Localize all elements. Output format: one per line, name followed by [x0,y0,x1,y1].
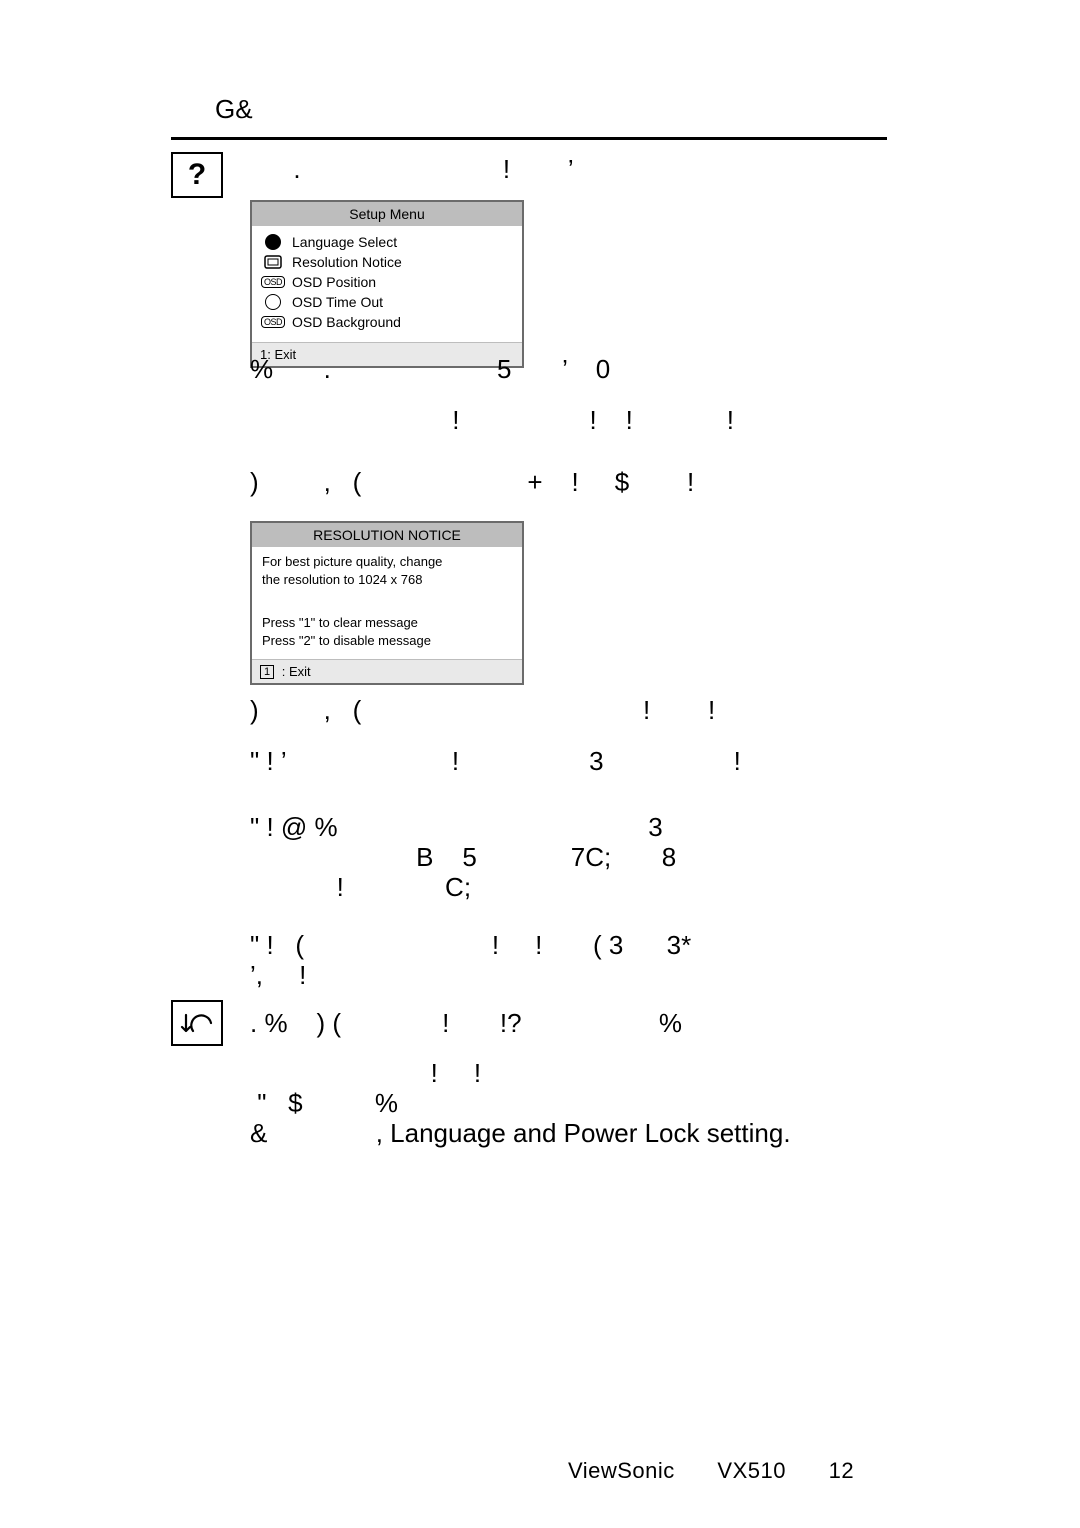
resolution-notice-exit[interactable]: 1 : Exit [252,659,522,683]
text-row-8: ! C; [250,870,471,905]
footer-page: 12 [829,1458,854,1484]
menu-label-resolution: Resolution Notice [292,254,402,270]
page-footer: ViewSonic VX510 12 [0,1458,1080,1484]
header-text: G& [215,94,887,125]
setup-menu-osd: Setup Menu Language Select Resolution No… [250,200,524,368]
globe-icon [262,234,284,250]
text-row-3: ) , ( + ! $ ! [250,465,694,500]
header-rule [171,137,887,140]
text-row-9: " ! ( ! ! ( 3 3* [250,928,691,963]
footer-model: VX510 [717,1458,786,1484]
footer-brand: ViewSonic [568,1458,675,1484]
screen-icon [262,255,284,269]
icon-column-reset [171,1000,221,1046]
spacer [262,588,512,614]
osd-badge-icon-2: OSD [262,316,284,328]
menu-label-osd-timeout: OSD Time Out [292,294,383,310]
menu-item-osd-background[interactable]: OSD OSD Background [262,312,512,332]
resolution-notice-line2: the resolution to 1024 x 768 [262,571,512,589]
menu-item-osd-timeout[interactable]: OSD Time Out [262,292,512,312]
resolution-notice-hint1: Press "1" to clear message [262,614,512,632]
text-row-1: % . 5 ’ 0 [250,352,610,387]
text-row-5: " ! ’ ! 3 ! [250,744,741,779]
page: G& ? . ! ’ Setup Menu [0,0,1080,1528]
menu-item-resolution[interactable]: Resolution Notice [262,252,512,272]
reset-icon [171,1000,223,1046]
clock-icon [262,294,284,310]
section-header: G& [171,94,887,140]
resolution-notice-hint2: Press "2" to disable message [262,632,512,650]
text-row-0: . ! ’ [250,152,574,187]
setup-menu-title: Setup Menu [252,202,522,226]
text-row-10: ’, ! [250,958,306,993]
exit-key-label: : Exit [278,664,311,679]
setup-menu-block: Setup Menu Language Select Resolution No… [250,194,890,368]
menu-label-osd-background: OSD Background [292,314,401,330]
text-row-4: ) , ( ! ! [250,693,715,728]
exit-key-box: 1 [260,665,274,679]
resolution-notice-line1: For best picture quality, change [262,553,512,571]
menu-label-language: Language Select [292,234,397,250]
resolution-notice-osd: RESOLUTION NOTICE For best picture quali… [250,521,524,685]
menu-item-osd-position[interactable]: OSD OSD Position [262,272,512,292]
text-row-2: ! ! ! ! [250,403,734,438]
resolution-notice-body: For best picture quality, change the res… [252,547,522,659]
resolution-notice-title: RESOLUTION NOTICE [252,523,522,547]
question-icon: ? [171,152,223,198]
resolution-notice-block: RESOLUTION NOTICE For best picture quali… [250,515,890,685]
text-row-14: & , Language and Power Lock setting. [250,1116,791,1151]
setup-menu-body: Language Select Resolution Notice OSD OS… [252,226,522,342]
osd-badge-icon: OSD [262,276,284,288]
menu-label-osd-position: OSD Position [292,274,376,290]
text-row-11: . % ) ( ! !? % [250,1006,682,1041]
question-glyph: ? [188,158,206,192]
icon-column: ? [171,152,221,198]
menu-item-language[interactable]: Language Select [262,232,512,252]
